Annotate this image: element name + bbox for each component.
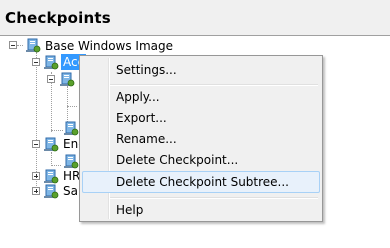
menu-item-delete-checkpoint[interactable]: Delete Checkpoint... [82, 149, 320, 171]
checkpoint-icon [63, 121, 79, 136]
checkpoints-header: Checkpoints [0, 0, 390, 36]
tree-expander-acc[interactable] [32, 58, 40, 66]
tree-expander-hr[interactable] [32, 172, 40, 180]
panel-title: Checkpoints [5, 9, 111, 27]
menu-item-export[interactable]: Export... [82, 107, 320, 129]
checkpoint-icon [43, 169, 59, 184]
tree-node-root[interactable]: Base Windows Image [45, 39, 173, 53]
menu-item-help[interactable]: Help [82, 199, 320, 221]
checkpoint-icon [43, 55, 59, 70]
tree-expander-root[interactable] [9, 41, 17, 49]
menu-item-delete-subtree[interactable]: Delete Checkpoint Subtree... [82, 171, 320, 193]
checkpoint-icon [43, 184, 59, 199]
menu-item-rename[interactable]: Rename... [82, 128, 320, 150]
tree-expander-sal[interactable] [32, 187, 40, 195]
tree-expander-grandchild[interactable] [47, 75, 55, 83]
tree-node-hr[interactable]: HR [63, 169, 80, 183]
menu-item-settings[interactable]: Settings... [82, 59, 320, 81]
checkpoint-icon [63, 154, 79, 169]
tree-expander-eng[interactable] [32, 140, 40, 148]
context-menu: Settings... Apply... Export... Rename...… [79, 55, 323, 222]
checkpoint-icon [25, 38, 41, 53]
checkpoint-icon [59, 72, 75, 87]
menu-item-apply[interactable]: Apply... [82, 86, 320, 108]
checkpoint-icon [43, 137, 59, 152]
